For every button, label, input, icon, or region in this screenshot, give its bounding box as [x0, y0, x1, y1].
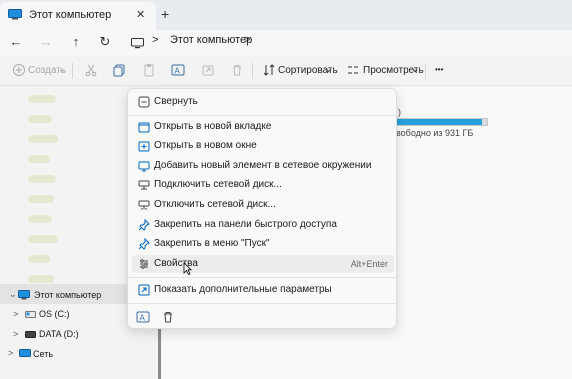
- menu-item-shortcut: Alt+Enter: [350, 259, 388, 269]
- tab-title: Этот компьютер: [29, 9, 112, 21]
- dropdown-icon: ⌄: [324, 64, 333, 75]
- copy-icon[interactable]: [112, 63, 126, 77]
- menu-item-label: Закрепить в меню "Пуск": [154, 238, 270, 249]
- menu-item-more-options[interactable]: Показать дополнительные параметры: [132, 281, 394, 299]
- obscured-item: [28, 195, 54, 203]
- drive-usage-bar: [396, 118, 488, 126]
- obscured-item: [28, 275, 54, 283]
- up-button[interactable]: ↑: [66, 33, 86, 51]
- map-network-drive-icon: [138, 180, 150, 190]
- new-tab-icon: [138, 122, 150, 133]
- add-icon: [13, 64, 25, 76]
- share-icon[interactable]: [201, 63, 215, 77]
- obscured-item: [28, 135, 58, 143]
- sidebar-item-label: Этот компьютер: [34, 290, 102, 300]
- close-tab-icon[interactable]: ✕: [136, 8, 145, 21]
- menu-separator: [128, 115, 396, 116]
- tab-this-pc[interactable]: Этот компьютер ✕: [0, 2, 156, 30]
- breadcrumb-this-pc[interactable]: Этот компьютер: [170, 34, 252, 46]
- sort-icon: [263, 64, 275, 76]
- delete-icon[interactable]: [161, 310, 175, 324]
- back-button[interactable]: ←: [6, 33, 26, 51]
- rename-icon[interactable]: A: [136, 310, 150, 324]
- obscured-item: [28, 95, 56, 103]
- obscured-item: [28, 115, 52, 123]
- paste-icon[interactable]: [142, 63, 156, 77]
- menu-item-label: Добавить новый элемент в сетевое окружен…: [154, 160, 372, 171]
- navigation-bar: ← → ↑ ↻ > Этот компьютер >: [0, 30, 572, 56]
- menu-item-add-network-location[interactable]: Добавить новый элемент в сетевое окружен…: [132, 157, 394, 175]
- tab-bar: Этот компьютер ✕ +: [0, 0, 572, 30]
- divider: [72, 63, 73, 79]
- computer-icon: [131, 38, 144, 49]
- menu-item-disconnect-network-drive[interactable]: Отключить сетевой диск...: [132, 196, 394, 214]
- drive-icon: [25, 311, 36, 318]
- divider: [252, 63, 253, 79]
- mouse-cursor-icon: [183, 262, 192, 275]
- menu-item-open-new-window[interactable]: Открыть в новом окне: [132, 137, 394, 155]
- sidebar-item-drive-d[interactable]: DATA (D:): [39, 329, 79, 339]
- chevron-down-icon[interactable]: ⌄: [9, 289, 17, 300]
- menu-item-pin-quick-access[interactable]: Закрепить на панели быстрого доступа: [132, 216, 394, 234]
- drive-free-space: вободно из 931 ГБ: [396, 128, 474, 138]
- chevron-right-icon[interactable]: >: [8, 348, 13, 358]
- dropdown-icon: ⌄: [411, 64, 420, 75]
- menu-item-properties[interactable]: Свойства Alt+Enter: [132, 255, 394, 273]
- chevron-right-icon[interactable]: >: [13, 329, 18, 339]
- drive-usage-fill: [397, 119, 482, 125]
- obscured-item: [28, 235, 58, 243]
- obscured-item: [28, 175, 56, 183]
- menu-item-collapse[interactable]: Свернуть: [132, 93, 394, 111]
- obscured-item: [28, 255, 50, 263]
- computer-icon: [8, 9, 22, 20]
- sidebar-item-drive-c[interactable]: OS (C:): [39, 309, 70, 319]
- menu-item-open-new-tab[interactable]: Открыть в новой вкладке: [132, 118, 394, 136]
- drive-icon: [25, 331, 36, 338]
- breadcrumb-separator[interactable]: >: [152, 34, 158, 46]
- divider: [425, 63, 426, 79]
- menu-item-label: Свернуть: [154, 96, 198, 107]
- obscured-item: [28, 155, 50, 163]
- collapse-icon: [138, 96, 150, 108]
- more-options-icon: [138, 284, 150, 296]
- chevron-right-icon[interactable]: >: [13, 309, 18, 319]
- pin-icon: [138, 219, 150, 231]
- forward-button[interactable]: →: [36, 33, 56, 51]
- menu-item-label: Подключить сетевой диск...: [154, 179, 282, 190]
- svg-text:A: A: [140, 314, 146, 323]
- computer-icon: [18, 290, 30, 300]
- menu-item-label: Открыть в новой вкладке: [154, 121, 272, 132]
- command-bar: Создать ⌄ A Сортировать ⌄ Просмотреть ⌄ …: [0, 56, 572, 86]
- menu-item-pin-start[interactable]: Закрепить в меню "Пуск": [132, 235, 394, 253]
- menu-item-label: Открыть в новом окне: [154, 140, 257, 151]
- pin-start-icon: [138, 238, 150, 250]
- refresh-button[interactable]: ↻: [95, 33, 115, 51]
- more-options-button[interactable]: •••: [435, 65, 443, 74]
- disconnect-network-drive-icon: [138, 200, 150, 210]
- menu-item-map-network-drive[interactable]: Подключить сетевой диск...: [132, 176, 394, 194]
- breadcrumb-separator[interactable]: >: [244, 34, 250, 46]
- dropdown-icon: ⌄: [58, 64, 67, 75]
- add-network-location-icon: [138, 161, 150, 172]
- rename-icon[interactable]: A: [171, 63, 185, 77]
- menu-separator: [128, 303, 396, 304]
- drive-label: ): [398, 107, 401, 117]
- network-icon: [19, 349, 31, 357]
- new-tab-button[interactable]: +: [161, 6, 169, 22]
- view-icon: [348, 66, 358, 74]
- context-menu: Свернуть Открыть в новой вкладке Открыть…: [127, 88, 397, 329]
- menu-item-label: Показать дополнительные параметры: [154, 284, 332, 295]
- sidebar-item-network[interactable]: Сеть: [33, 349, 53, 359]
- menu-separator: [128, 277, 396, 278]
- menu-item-label: Отключить сетевой диск...: [154, 199, 276, 210]
- menu-item-label: Закрепить на панели быстрого доступа: [154, 219, 337, 230]
- properties-icon: [140, 259, 148, 269]
- delete-icon[interactable]: [230, 63, 244, 77]
- svg-text:A: A: [175, 67, 181, 76]
- cut-icon[interactable]: [84, 63, 98, 77]
- obscured-item: [28, 215, 52, 223]
- new-window-icon: [138, 141, 150, 152]
